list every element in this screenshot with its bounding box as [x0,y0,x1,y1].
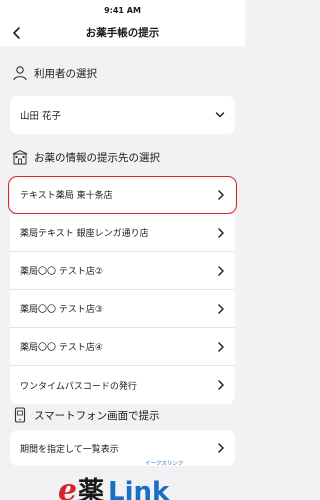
pharmacy-item-label: 薬局テキスト 銀座レンガ通り店 [20,229,149,239]
chevron-right-icon [218,265,224,276]
brand-logo-mark: e 薬 Link [58,473,170,500]
user-section-header: 利用者の選択 [0,64,97,82]
pharmacy-item[interactable]: 薬局〇〇 テスト店③ [10,290,235,328]
user-section-title: 利用者の選択 [34,67,97,80]
pharmacy-section-header: お薬の情報の提示先の選択 [0,148,160,166]
user-dropdown[interactable]: 山田 花子 [10,96,235,134]
pharmacy-item[interactable]: テキスト薬局 東十条店 [10,176,235,214]
pharmacy-section-title: お薬の情報の提示先の選択 [34,151,160,164]
chevron-right-icon [218,341,224,352]
chevron-right-icon [218,303,224,314]
pharmacy-item[interactable]: 薬局〇〇 テスト店② [10,252,235,290]
brand-small-text: イークスリンク [145,461,184,467]
chevron-right-icon [218,380,224,390]
brand-logo: e 薬 Link イークスリンク [0,456,245,500]
pharmacy-item-label: テキスト薬局 東十条店 [20,191,113,201]
person-icon [13,66,27,81]
pharmacy-item-label: 薬局〇〇 テスト店② [20,267,103,277]
list-by-period-label: 期間を指定して一覧表示 [20,444,119,455]
chevron-right-icon [218,189,224,200]
svg-text:薬: 薬 [78,477,104,500]
pharmacy-item-label: 薬局〇〇 テスト店③ [20,305,103,315]
pharmacy-item-label: 薬局〇〇 テスト店④ [20,343,103,353]
status-time: 9:41 AM [104,6,141,15]
pharmacy-list: テキスト薬局 東十条店 薬局テキスト 銀座レンガ通り店 薬局〇〇 テスト店② 薬… [10,176,235,404]
back-chevron-icon[interactable] [10,26,24,40]
chevron-down-icon [215,112,225,118]
svg-text:Link: Link [108,477,170,500]
onetime-passcode-item[interactable]: ワンタイムパスコードの発行 [10,366,235,404]
chevron-right-icon [218,227,224,238]
onetime-passcode-label: ワンタイムパスコードの発行 [20,381,137,392]
pharmacy-building-icon [12,149,28,165]
user-select-card: 山田 花子 [10,96,235,134]
pharmacy-item[interactable]: 薬局テキスト 銀座レンガ通り店 [10,214,235,252]
smartphone-icon [14,407,26,423]
navigation-bar: お薬手帳の提示 [0,20,245,46]
svg-text:e: e [58,473,77,500]
pharmacy-item[interactable]: 薬局〇〇 テスト店④ [10,328,235,366]
page-title: お薬手帳の提示 [85,27,160,39]
status-bar: 9:41 AM [0,0,245,20]
selected-user: 山田 花子 [20,111,62,122]
phone-section-header: スマートフォン画面で提示 [0,406,160,424]
chevron-right-icon [218,443,224,453]
phone-section-title: スマートフォン画面で提示 [34,409,160,422]
